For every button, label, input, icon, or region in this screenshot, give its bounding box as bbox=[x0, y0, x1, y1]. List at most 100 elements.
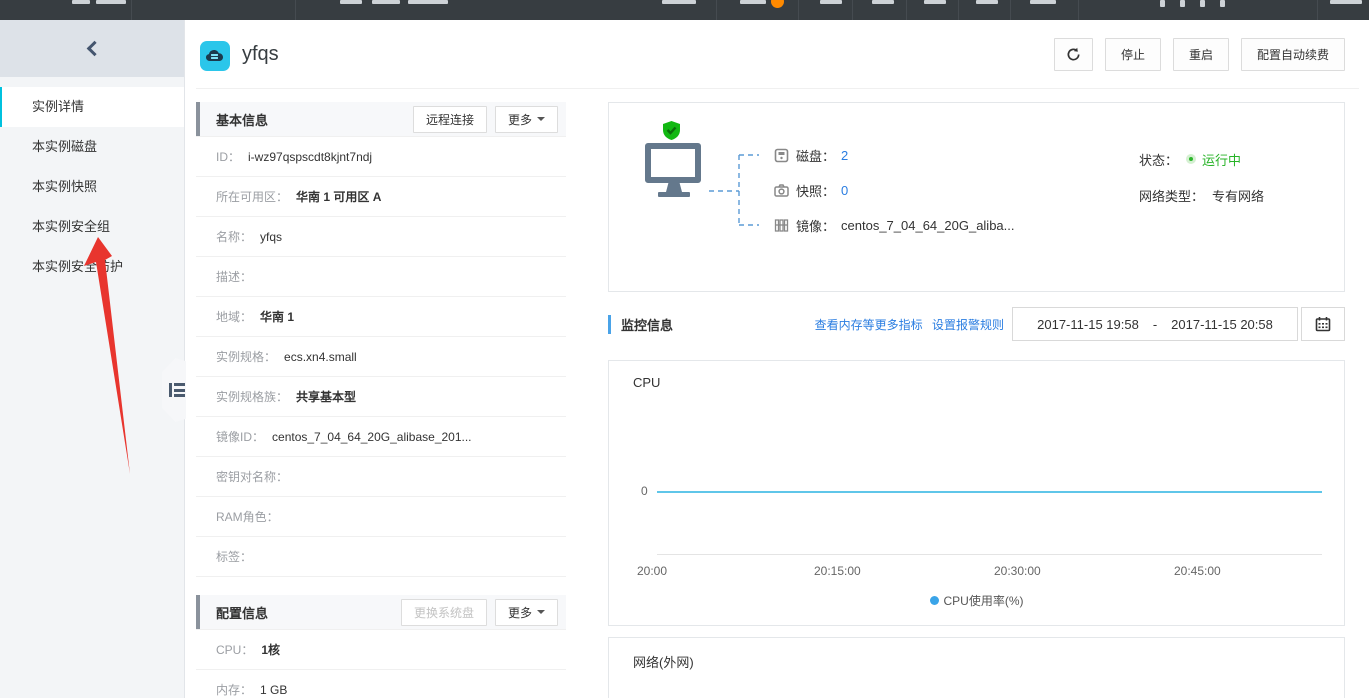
chevron-down-icon bbox=[537, 117, 545, 125]
navbar-item-fragment[interactable] bbox=[1030, 0, 1056, 4]
network-type-value: 专有网络 bbox=[1212, 188, 1265, 204]
navbar-item-fragment[interactable] bbox=[820, 0, 842, 4]
row-region: 地域： 华南 1 bbox=[196, 297, 566, 337]
navbar-item-fragment[interactable] bbox=[1160, 0, 1165, 7]
pin-menu-icon bbox=[169, 383, 185, 397]
ecs-instance-detail-page: 实例详情 本实例磁盘 本实例快照 本实例安全组 本实例安全防护 yfqs 停止 … bbox=[0, 0, 1369, 698]
navbar-separator bbox=[798, 0, 799, 20]
chart-legend[interactable]: CPU使用率(%) bbox=[609, 592, 1344, 609]
legend-dot-icon bbox=[929, 596, 939, 605]
x-tick: 20:45:00 bbox=[1174, 564, 1221, 578]
row-image-id: 镜像ID： centos_7_04_64_20G_alibase_201... bbox=[196, 417, 566, 457]
navbar-item-fragment[interactable] bbox=[408, 0, 448, 4]
navbar-item-fragment[interactable] bbox=[372, 0, 400, 4]
config-info-panel: 配置信息 更换系统盘 更多 CPU： 1核 内存： 1 GB bbox=[196, 595, 566, 698]
navbar-item-fragment[interactable] bbox=[96, 0, 126, 4]
navbar-separator bbox=[906, 0, 907, 20]
navbar-item-fragment[interactable] bbox=[740, 0, 766, 4]
navbar-separator bbox=[1317, 0, 1318, 20]
overview-status-list: 状态： 运行中 网络类型： 专有网络 bbox=[1139, 141, 1264, 213]
monitor-info-title: 监控信息 bbox=[608, 314, 673, 334]
running-status-dot bbox=[1186, 154, 1197, 164]
sidebar-item-instance-security-groups[interactable]: 本实例安全组 bbox=[0, 207, 184, 247]
row-instance-id: ID： i-wz97qspscdt8kjnt7ndj bbox=[196, 137, 566, 177]
top-navbar bbox=[0, 0, 1369, 20]
config-info-more-button[interactable]: 更多 bbox=[494, 598, 558, 626]
calendar-button[interactable] bbox=[1301, 307, 1345, 341]
configure-auto-renew-button[interactable]: 配置自动续费 bbox=[1240, 38, 1345, 71]
disk-count-item: 磁盘： 2 bbox=[774, 138, 1015, 173]
row-cpu: CPU： 1核 bbox=[196, 630, 566, 670]
sidebar-item-instance-detail[interactable]: 实例详情 bbox=[0, 87, 184, 127]
navbar-item-fragment[interactable] bbox=[340, 0, 362, 4]
date-range-input[interactable]: 2017-11-15 19:58 - 2017-11-15 20:58 bbox=[1012, 307, 1298, 341]
instance-actions: 停止 重启 配置自动续费 bbox=[1042, 38, 1345, 71]
navbar-item-fragment[interactable] bbox=[72, 0, 90, 4]
navbar-item-fragment[interactable] bbox=[924, 0, 946, 4]
snapshot-count-link[interactable]: 0 bbox=[841, 183, 848, 198]
sidebar-collapse-button[interactable] bbox=[0, 20, 184, 77]
navbar-separator bbox=[1010, 0, 1011, 20]
image-name-value: centos_7_04_64_20G_aliba... bbox=[841, 218, 1015, 233]
row-zone: 所在可用区： 华南 1 可用区 A bbox=[196, 177, 566, 217]
remote-connect-button[interactable]: 远程连接 bbox=[412, 105, 487, 133]
restart-button[interactable]: 重启 bbox=[1172, 38, 1229, 71]
header-divider bbox=[196, 88, 1359, 89]
status-row: 状态： 运行中 bbox=[1139, 141, 1264, 177]
range-end: 2017-11-15 20:58 bbox=[1171, 316, 1273, 332]
basic-info-more-button[interactable]: 更多 bbox=[494, 105, 558, 133]
sidebar-item-instance-snapshots[interactable]: 本实例快照 bbox=[0, 167, 184, 207]
notification-badge[interactable] bbox=[771, 0, 784, 8]
cpu-chart-title: CPU bbox=[633, 375, 661, 390]
image-item: 镜像： centos_7_04_64_20G_aliba... bbox=[774, 208, 1015, 243]
x-tick: 20:30:00 bbox=[994, 564, 1041, 578]
snapshot-icon bbox=[774, 183, 789, 198]
row-memory: 内存： 1 GB bbox=[196, 670, 566, 698]
network-chart-title: 网络(外网) bbox=[633, 655, 694, 670]
monitor-info-row: 监控信息 查看内存等更多指标 设置报警规则 2017-11-15 19:58 -… bbox=[608, 306, 1345, 342]
overview-resource-list: 磁盘： 2 快照： 0 镜像： centos_7_04_64_20G_aliba… bbox=[774, 138, 1015, 243]
snapshot-count-item: 快照： 0 bbox=[774, 173, 1015, 208]
page-header: yfqs 停止 重启 配置自动续费 bbox=[200, 38, 1355, 88]
sidebar-item-instance-disks[interactable]: 本实例磁盘 bbox=[0, 127, 184, 167]
main-content: yfqs 停止 重启 配置自动续费 基本信息 远程连接 更多 ID： i-wz9… bbox=[186, 20, 1369, 698]
chevron-left-icon bbox=[86, 40, 102, 57]
navbar-separator bbox=[295, 0, 296, 20]
sidebar-item-instance-security-protection[interactable]: 本实例安全防护 bbox=[0, 247, 184, 287]
disk-count-link[interactable]: 2 bbox=[841, 148, 848, 163]
navbar-search-fragment[interactable] bbox=[662, 0, 696, 4]
cpu-chart-panel: CPU 0 20:00 20:15:00 20:30:00 20:45:00 C… bbox=[608, 360, 1345, 626]
row-description: 描述： bbox=[196, 257, 566, 297]
basic-info-panel: 基本信息 远程连接 更多 ID： i-wz97qspscdt8kjnt7ndj 所… bbox=[196, 102, 566, 577]
stop-button[interactable]: 停止 bbox=[1104, 38, 1161, 71]
sidebar-menu: 实例详情 本实例磁盘 本实例快照 本实例安全组 本实例安全防护 bbox=[0, 77, 184, 287]
cpu-usage-line bbox=[657, 491, 1322, 493]
row-instance-family: 实例规格族： 共享基本型 bbox=[196, 377, 566, 417]
config-info-rows: CPU： 1核 内存： 1 GB bbox=[196, 629, 566, 698]
cloud-server-icon bbox=[200, 41, 230, 71]
navbar-item-fragment[interactable] bbox=[1220, 0, 1225, 7]
disk-icon bbox=[774, 148, 789, 163]
row-name: 名称： yfqs bbox=[196, 217, 566, 257]
image-icon bbox=[774, 218, 789, 233]
y-axis-tick-0: 0 bbox=[641, 484, 648, 498]
sidebar: 实例详情 本实例磁盘 本实例快照 本实例安全组 本实例安全防护 bbox=[0, 20, 192, 698]
navbar-item-fragment[interactable] bbox=[1180, 0, 1185, 7]
navbar-separator bbox=[958, 0, 959, 20]
row-instance-type: 实例规格： ecs.xn4.small bbox=[196, 337, 566, 377]
refresh-button[interactable] bbox=[1053, 38, 1093, 71]
network-chart-panel: 网络(外网) bbox=[608, 637, 1345, 698]
set-alarm-rules-link[interactable]: 设置报警规则 bbox=[932, 318, 1004, 332]
dashed-connectors bbox=[709, 154, 759, 226]
navbar-item-fragment[interactable] bbox=[1200, 0, 1205, 7]
row-tags: 标签： bbox=[196, 537, 566, 577]
navbar-item-fragment[interactable] bbox=[1330, 0, 1362, 4]
navbar-separator bbox=[1078, 0, 1079, 20]
replace-system-disk-button[interactable]: 更换系统盘 bbox=[400, 598, 487, 626]
refresh-icon bbox=[1067, 47, 1080, 61]
navbar-item-fragment[interactable] bbox=[872, 0, 894, 4]
status-badge: 运行中 bbox=[1202, 152, 1242, 168]
view-more-metrics-link[interactable]: 查看内存等更多指标 bbox=[815, 318, 923, 332]
instance-name-title: yfqs bbox=[242, 43, 279, 65]
navbar-item-fragment[interactable] bbox=[976, 0, 998, 4]
